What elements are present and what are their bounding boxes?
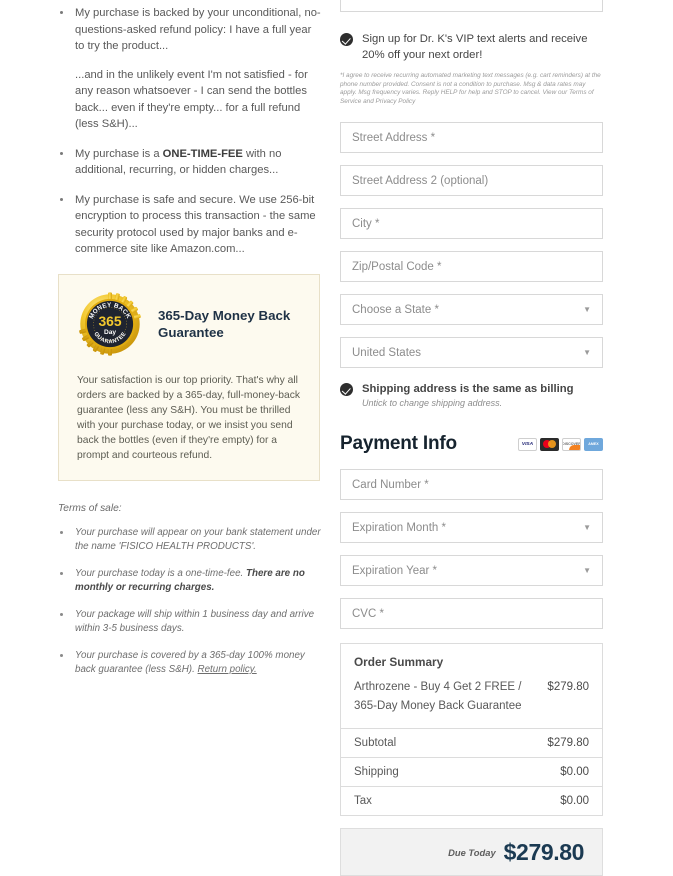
page-title: Payment Info xyxy=(340,433,457,455)
mastercard-orange-circle xyxy=(548,440,556,449)
summary-row-shipping: Shipping $0.00 xyxy=(341,757,602,786)
discover-card-icon: DISCOVER xyxy=(562,437,581,451)
chevron-down-icon: ▼ xyxy=(583,523,591,533)
order-item-name: Arthrozene - Buy 4 Get 2 FREE / 365-Day … xyxy=(354,681,522,713)
shipping-label: Shipping xyxy=(354,766,399,779)
shipping-value: $0.00 xyxy=(560,766,589,779)
sms-legal-fineprint: *I agree to receive recurring automated … xyxy=(340,72,601,105)
mastercard-card-icon xyxy=(540,437,559,451)
subtotal-value: $279.80 xyxy=(547,737,589,750)
chevron-down-icon: ▼ xyxy=(583,348,591,358)
list-item: Your purchase today is a one-time-fee. T… xyxy=(58,567,322,596)
visa-label: VISA xyxy=(521,441,534,447)
street-address-input[interactable]: Street Address * xyxy=(340,122,603,154)
shipping-same-sublabel: Untick to change shipping address. xyxy=(362,398,503,409)
visa-card-icon: VISA xyxy=(518,437,537,451)
right-column: Sign up for Dr. K's VIP text alerts and … xyxy=(340,0,673,876)
list-item: Your purchase is covered by a 365-day 10… xyxy=(58,649,322,678)
bullet-security-text: My purchase is safe and secure. We use 2… xyxy=(75,193,316,256)
bullet-one-time-fee-strong: ONE-TIME-FEE xyxy=(162,147,243,160)
expiration-year-select[interactable]: Expiration Year * ▼ xyxy=(340,555,603,587)
term-one-time-fee-pre: Your purchase today is a one-time-fee. xyxy=(75,567,246,579)
order-summary-title: Order Summary xyxy=(354,655,444,670)
subtotal-label: Subtotal xyxy=(354,737,397,750)
list-item: My purchase is a ONE-TIME-FEE with no ad… xyxy=(58,146,322,179)
term-bank-statement-text: Your purchase will appear on your bank s… xyxy=(75,526,321,553)
tax-value: $0.00 xyxy=(560,795,589,808)
sms-optin-row[interactable]: Sign up for Dr. K's VIP text alerts and … xyxy=(340,31,603,63)
chevron-down-icon: ▼ xyxy=(583,566,591,576)
checkmark-icon[interactable] xyxy=(340,383,353,397)
terms-of-sale-list: Your purchase will appear on your bank s… xyxy=(58,526,322,678)
state-select-value: Choose a State * xyxy=(352,303,439,316)
amex-label: AMEX xyxy=(588,442,599,447)
order-summary-top: Order Summary Arthrozene - Buy 4 Get 2 F… xyxy=(341,644,602,728)
money-back-guarantee-box: MONEY BACK GUARANTEE 365 Day 365-Day Mon… xyxy=(58,273,320,481)
expiration-month-select[interactable]: Expiration Month * ▼ xyxy=(340,512,603,544)
street-address-2-input[interactable]: Street Address 2 (optional) xyxy=(340,165,603,197)
cvc-input[interactable]: CVC * xyxy=(340,598,603,630)
term-guarantee-pre: Your purchase is covered by a 365-day 10… xyxy=(75,649,305,676)
card-number-placeholder: Card Number * xyxy=(352,478,429,491)
amex-card-icon: AMEX xyxy=(584,437,603,451)
assurance-bullet-list: My purchase is backed by your unconditio… xyxy=(58,5,322,258)
order-summary: Order Summary Arthrozene - Buy 4 Get 2 F… xyxy=(340,643,603,817)
summary-row-subtotal: Subtotal $279.80 xyxy=(341,728,602,757)
list-item: Your package will ship within 1 business… xyxy=(58,608,322,637)
list-item: My purchase is safe and secure. We use 2… xyxy=(58,192,322,258)
order-item-price: $279.80 xyxy=(547,681,589,694)
expiration-year-value: Expiration Year * xyxy=(352,564,438,577)
phone-field-partial[interactable] xyxy=(340,0,603,12)
guarantee-title: 365-Day Money Back Guarantee xyxy=(158,307,291,340)
city-input[interactable]: City * xyxy=(340,208,603,240)
shipping-same-as-billing-row[interactable]: Shipping address is the same as billing … xyxy=(340,381,603,408)
zip-postal-code-input[interactable]: Zip/Postal Code * xyxy=(340,251,603,283)
terms-of-sale-label: Terms of sale: xyxy=(58,502,122,514)
checkmark-icon[interactable] xyxy=(340,33,353,46)
city-placeholder: City * xyxy=(352,217,380,230)
svg-text:Day: Day xyxy=(104,328,116,335)
shipping-same-label: Shipping address is the same as billing xyxy=(362,383,574,396)
svg-text:365: 365 xyxy=(98,312,121,328)
bullet-refund-policy-text: My purchase is backed by your unconditio… xyxy=(75,7,321,52)
left-column: My purchase is backed by your unconditio… xyxy=(0,0,340,869)
return-policy-link[interactable]: Return policy. xyxy=(198,664,257,675)
summary-row-tax: Tax $0.00 xyxy=(341,786,602,815)
guarantee-body-text: Your satisfaction is our top priority. T… xyxy=(77,374,301,461)
country-select[interactable]: United States ▼ xyxy=(340,337,603,369)
tax-label: Tax xyxy=(354,795,372,808)
street-address-2-placeholder: Street Address 2 (optional) xyxy=(352,174,489,187)
sms-optin-label: Sign up for Dr. K's VIP text alerts and … xyxy=(362,33,588,61)
address-fields-group: Street Address * Street Address 2 (optio… xyxy=(340,122,617,369)
street-address-placeholder: Street Address * xyxy=(352,131,436,144)
guarantee-header: MONEY BACK GUARANTEE 365 Day 365-Day Mon… xyxy=(77,291,303,357)
state-select[interactable]: Choose a State * ▼ xyxy=(340,294,603,326)
card-number-input[interactable]: Card Number * xyxy=(340,469,603,501)
accepted-cards: VISA DISCOVER AMEX xyxy=(518,437,603,451)
checkout-page: My purchase is backed by your unconditio… xyxy=(0,0,673,876)
bullet-refund-policy-subtext: ...and in the unlikely event I'm not sat… xyxy=(75,68,308,131)
cvc-placeholder: CVC * xyxy=(352,607,384,620)
due-today-amount: $279.80 xyxy=(503,838,585,865)
money-back-guarantee-seal-icon: MONEY BACK GUARANTEE 365 Day xyxy=(77,291,143,357)
discover-orange-bar xyxy=(569,444,580,450)
list-item: Your purchase will appear on your bank s… xyxy=(58,526,322,555)
order-summary-line-item: Arthrozene - Buy 4 Get 2 FREE / 365-Day … xyxy=(354,678,589,716)
chevron-down-icon: ▼ xyxy=(583,305,591,315)
term-shipping-text: Your package will ship within 1 business… xyxy=(75,608,315,635)
country-select-value: United States xyxy=(352,346,422,359)
payment-info-header: Payment Info VISA DISCOVER AMEX xyxy=(340,433,603,455)
due-today-label: Due Today xyxy=(448,846,496,858)
payment-fields-group: Card Number * Expiration Month * ▼ Expir… xyxy=(340,469,617,630)
expiration-month-value: Expiration Month * xyxy=(352,521,446,534)
list-item: My purchase is backed by your unconditio… xyxy=(58,5,322,133)
zip-placeholder: Zip/Postal Code * xyxy=(352,260,442,273)
bullet-one-time-fee-pre: My purchase is a xyxy=(75,147,163,160)
